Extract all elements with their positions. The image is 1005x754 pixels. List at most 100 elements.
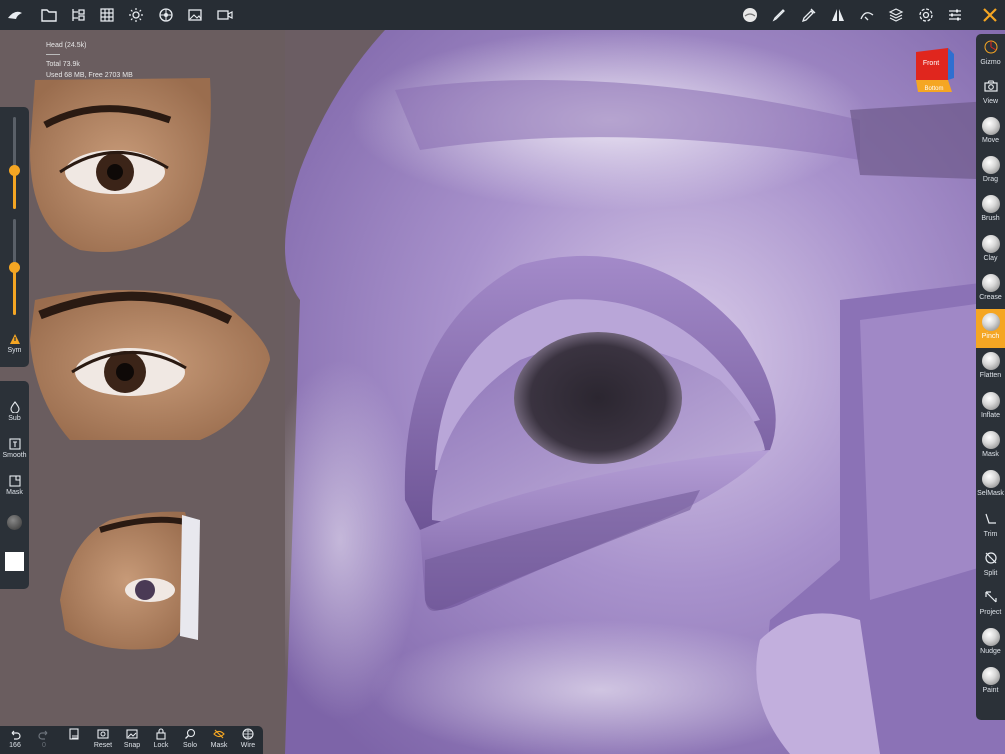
smooth-button[interactable]: Smooth — [0, 438, 29, 459]
tool-move[interactable]: Move — [976, 113, 1005, 152]
redo-button[interactable]: 0 — [30, 728, 58, 749]
tool-gizmo[interactable]: Gizmo — [976, 34, 1005, 73]
view-cube[interactable]: Front Bottom — [914, 48, 954, 94]
tool-split[interactable]: Split — [976, 545, 1005, 584]
tool-paint[interactable]: Paint — [976, 663, 1005, 702]
video-camera-icon[interactable] — [215, 5, 235, 25]
stats-divider — [46, 54, 60, 55]
solo-button[interactable]: Solo — [176, 728, 204, 749]
tool-view[interactable]: View — [976, 73, 1005, 112]
symmetry-icon[interactable] — [828, 5, 848, 25]
sphere-icon — [981, 195, 1000, 214]
wireframe-icon — [242, 728, 254, 740]
reset-button[interactable]: Reset — [89, 728, 117, 749]
quick-tools-panel: Sub Smooth Mask — [0, 381, 29, 589]
mask-button[interactable]: Mask — [0, 475, 29, 496]
mask-label: Mask — [6, 489, 23, 496]
menu-icon — [69, 728, 79, 740]
lock-icon — [156, 728, 166, 740]
dropper-icon[interactable] — [799, 5, 819, 25]
redo-icon — [38, 730, 48, 740]
color-swatch[interactable] — [5, 552, 24, 571]
grid-icon[interactable] — [97, 5, 117, 25]
tool-label: Crease — [979, 293, 1002, 301]
redo-count: 0 — [42, 742, 46, 749]
tool-label: Pinch — [981, 333, 1000, 341]
cube-front-label: Front — [923, 60, 939, 67]
tool-label: Flatten — [979, 372, 1002, 380]
reset-icon — [97, 729, 109, 739]
image-icon[interactable] — [185, 5, 205, 25]
tool-crease[interactable]: Crease — [976, 270, 1005, 309]
tool-label: Clay — [983, 254, 998, 262]
project-icon — [984, 584, 998, 609]
eye-off-icon — [213, 729, 225, 739]
tool-nudge[interactable]: Nudge — [976, 624, 1005, 663]
sphere-icon — [981, 431, 1000, 449]
folder-icon[interactable] — [39, 5, 59, 25]
wire-label: Wire — [240, 742, 256, 749]
sphere-icon — [981, 313, 1000, 332]
settings-icon[interactable] — [916, 5, 936, 25]
undo-icon — [11, 730, 21, 740]
scene-icon[interactable] — [68, 5, 88, 25]
stroke-icon[interactable] — [769, 5, 789, 25]
symmetry-button[interactable]: Sym — [0, 333, 29, 354]
total-triangles: Total 73.9k — [46, 61, 80, 68]
logo-icon[interactable] — [5, 5, 25, 25]
sub-label: Sub — [8, 415, 21, 422]
sliders-icon[interactable] — [945, 5, 965, 25]
brush-preview-icon[interactable] — [740, 5, 760, 25]
snap-icon — [126, 729, 138, 739]
smooth-icon — [8, 438, 21, 450]
sphere-icon — [981, 273, 1000, 292]
tool-label: View — [982, 98, 999, 106]
material-sphere[interactable] — [7, 515, 22, 530]
tool-pinch[interactable]: Pinch — [976, 309, 1005, 349]
tool-flatten[interactable]: Flatten — [976, 348, 1005, 387]
trim-icon — [984, 506, 998, 531]
tool-selmask[interactable]: SelMask — [976, 466, 1005, 505]
tool-clay[interactable]: Clay — [976, 231, 1005, 270]
tool-label: Inflate — [980, 411, 1001, 419]
snap-button[interactable]: Snap — [118, 728, 146, 749]
tool-mask[interactable]: Mask — [976, 427, 1005, 466]
split-icon — [984, 545, 998, 570]
sphere-icon — [981, 352, 1000, 371]
gizmo-icon — [984, 34, 998, 59]
warning-icon — [9, 334, 20, 344]
tools-icon[interactable] — [980, 5, 1000, 25]
mask-toggle-button[interactable]: Mask — [205, 728, 233, 749]
wire-button[interactable]: Wire — [234, 728, 262, 749]
tool-trim[interactable]: Trim — [976, 506, 1005, 545]
tool-inflate[interactable]: Inflate — [976, 388, 1005, 427]
sculpt-viewport[interactable] — [0, 0, 1005, 754]
curve-icon[interactable] — [857, 5, 877, 25]
material-icon[interactable] — [156, 5, 176, 25]
tool-label: Trim — [983, 530, 998, 538]
sub-button[interactable]: Sub — [0, 401, 29, 422]
cube-bottom-label: Bottom — [924, 86, 943, 92]
camera-icon — [983, 73, 998, 98]
intensity-slider[interactable] — [13, 267, 16, 315]
tool-label: Paint — [982, 686, 999, 694]
tool-project[interactable]: Project — [976, 584, 1005, 623]
sun-icon[interactable] — [126, 5, 146, 25]
lock-button[interactable]: Lock — [147, 728, 175, 749]
brush-settings-panel: Sym — [0, 107, 29, 367]
menu-button[interactable] — [60, 728, 88, 742]
snap-label: Snap — [123, 742, 141, 749]
sphere-icon — [981, 234, 1000, 253]
tool-drag[interactable]: Drag — [976, 152, 1005, 191]
tool-label: Mask — [982, 451, 999, 458]
top-toolbar — [0, 0, 1005, 30]
mask-toggle-label: Mask — [210, 742, 228, 749]
search-icon — [185, 728, 196, 739]
layers-icon[interactable] — [886, 5, 906, 25]
tool-sidebar: Gizmo View Move Drag Brush Clay Crease Pinch Fla… — [976, 34, 1005, 720]
tool-brush[interactable]: Brush — [976, 191, 1005, 230]
intensity-slider-knob[interactable] — [9, 262, 20, 273]
undo-button[interactable]: 166 — [1, 728, 29, 749]
tool-label: Drag — [982, 175, 999, 183]
radius-slider-knob[interactable] — [9, 165, 20, 176]
